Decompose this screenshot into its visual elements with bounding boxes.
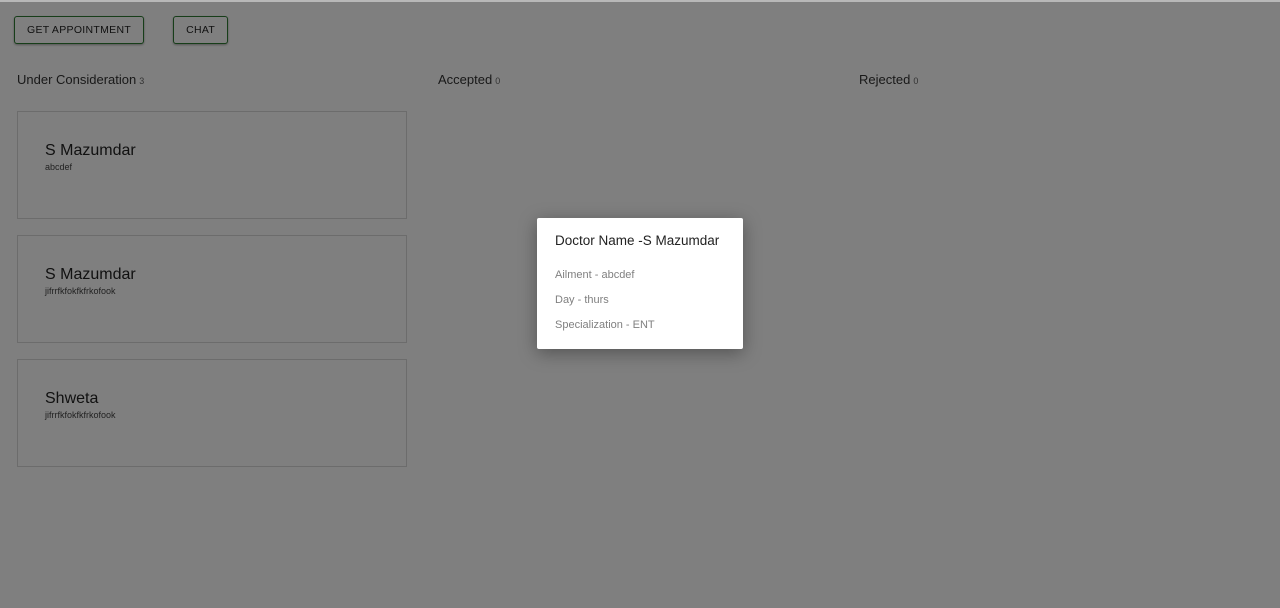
dialog-ailment: Ailment - abcdef: [555, 269, 635, 281]
dialog-day: Day - thurs: [555, 294, 609, 306]
appointments-page: GET APPOINTMENT CHAT Under Consideration…: [0, 0, 1280, 608]
appointment-detail-dialog: Doctor Name -S Mazumdar Ailment - abcdef…: [537, 218, 743, 349]
dialog-specialization: Specialization - ENT: [555, 319, 655, 331]
dialog-title: Doctor Name -S Mazumdar: [555, 233, 720, 248]
